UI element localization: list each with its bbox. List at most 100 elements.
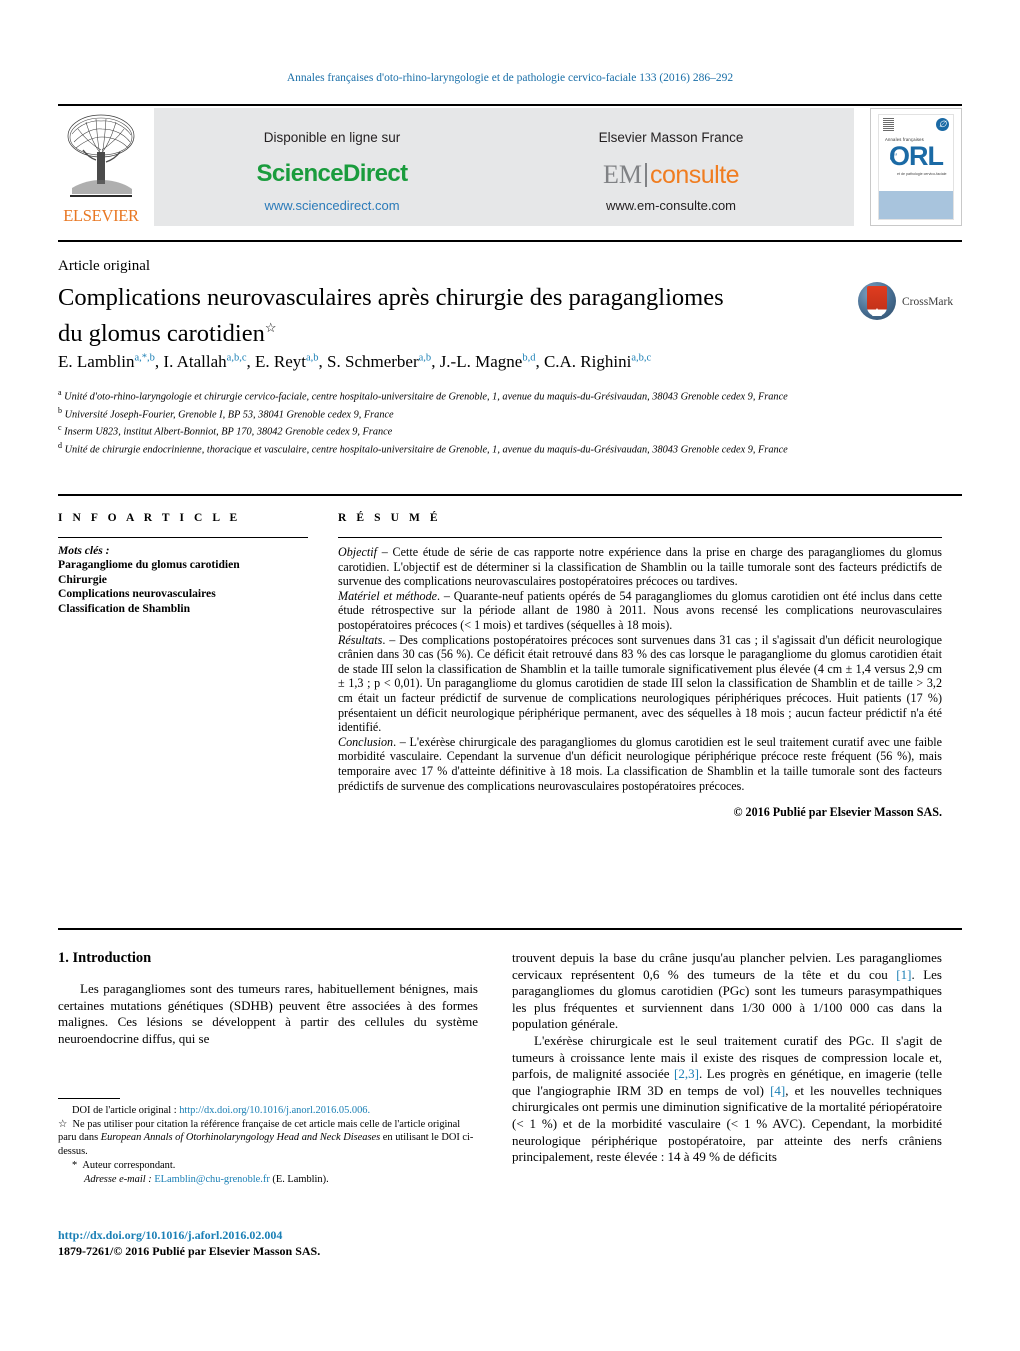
emconsulte-brand-consulte: consulte (649, 161, 740, 189)
sciencedirect-block[interactable]: Disponible en ligne sur ScienceDirect ww… (172, 108, 492, 226)
elsevier-logo: ELSEVIER (58, 108, 144, 226)
emconsulte-block[interactable]: Elsevier Masson France EM consulte www.em… (506, 108, 836, 226)
footnote-email-label: Adresse e-mail : (84, 1174, 152, 1186)
keyword-item: Classification de Shamblin (58, 601, 191, 615)
abstract-top-rule (58, 494, 962, 496)
footer-issn-line: 1879-7261/© 2016 Publié par Elsevier Mas… (58, 1244, 321, 1258)
keyword-item: Chirurgie (58, 572, 107, 586)
author-item[interactable]: C.A. Righinia,b,c (544, 352, 651, 371)
author-name: J.-L. Magne (439, 352, 523, 371)
title-line-1: Complications neurovasculaires après chi… (58, 284, 724, 311)
footnote-email: Adresse e-mail : ELamblin@chu-grenoble.f… (58, 1173, 478, 1186)
footnote-doi: DOI de l'article original : http://dx.do… (58, 1104, 478, 1117)
affiliation-text: Université Joseph-Fourier, Grenoble I, B… (64, 409, 394, 421)
footnote-email-link[interactable]: ELamblin@chu-grenoble.fr (154, 1174, 269, 1185)
sciencedirect-url[interactable]: www.sciencedirect.com (264, 198, 399, 213)
author-affil-marks[interactable]: a,b (419, 352, 432, 363)
banner-top-rule (58, 104, 962, 106)
footnote-email-owner: (E. Lamblin). (272, 1174, 329, 1186)
citation-ref-2-3[interactable]: [2,3] (674, 1066, 699, 1081)
crossmark-badge[interactable]: CrossMark (858, 282, 962, 322)
journal-article-page: Annales françaises d'oto-rhino-laryngolo… (0, 0, 1020, 1351)
crossmark-triangle (872, 308, 882, 316)
affiliation-mark: a (58, 388, 62, 397)
citation-ref-4[interactable]: [4] (770, 1083, 785, 1098)
author-list: E. Lamblina,*,b, I. Atallaha,b,c, E. Rey… (58, 352, 652, 371)
footnote-star: ☆ Ne pas utiliser pour citation la référ… (58, 1118, 478, 1158)
author-item[interactable]: E. Lamblina,*,b (58, 352, 155, 371)
footnote-corr-symbol: * (72, 1159, 78, 1171)
affiliation-item: c Inserm U823, institut Albert-Bonniot, … (58, 421, 938, 439)
author-name: C.A. Righini (543, 352, 632, 371)
elsevier-mark-icon (883, 118, 894, 131)
author-item[interactable]: I. Atallaha,b,c (163, 352, 246, 371)
author-affil-marks[interactable]: a,*,b (134, 352, 154, 363)
author-item[interactable]: E. Reyta,b (255, 352, 319, 371)
elsevier-tree-icon (67, 114, 135, 197)
footnote-block: DOI de l'article original : http://dx.do… (58, 1098, 478, 1187)
resume-paragraph-objectif: Objectif – Cette étude de série de cas r… (338, 545, 942, 589)
emconsulte-url[interactable]: www.em-consulte.com (606, 198, 736, 213)
resume-text-objectif: – Cette étude de série de cas rapporte n… (338, 545, 942, 589)
footer-doi-link[interactable]: http://dx.doi.org/10.1016/j.aforl.2016.0… (58, 1228, 518, 1243)
affiliation-mark: c (58, 423, 62, 433)
journal-badge-icon: ∅ (936, 118, 949, 131)
resume-text-conclusion: . – L'exérèse chirurgicale des paragangl… (338, 734, 942, 793)
resume-paragraph-resultats: Résultats. – Des complications postopéra… (338, 633, 942, 735)
running-head: Annales françaises d'oto-rhino-laryngolo… (286, 72, 734, 84)
article-head-rule (58, 240, 962, 242)
body-column-left: 1. Introduction Les paragangliomes sont … (58, 950, 478, 1047)
elsevier-wordmark: ELSEVIER (63, 206, 139, 225)
keywords-block: Mots clés : Paragangliome du glomus caro… (58, 544, 308, 616)
sciencedirect-brand: ScienceDirect (256, 160, 409, 187)
resume-body: Objectif – Cette étude de série de cas r… (338, 545, 942, 820)
journal-cover-colorblock (879, 191, 953, 219)
author-affil-marks[interactable]: a,b,c (227, 352, 247, 363)
footnote-corresponding: * Auteur correspondant. (58, 1159, 478, 1172)
author-name: E. Reyt (255, 352, 306, 371)
emconsulte-top-label: Elsevier Masson France (598, 130, 744, 145)
footnote-doi-label: DOI de l'article original : (72, 1105, 180, 1116)
affiliation-item: d Unité de chirurgie endocrinienne, thor… (58, 439, 938, 457)
title-footnote-marker[interactable]: ☆ (265, 320, 277, 335)
footnote-doi-link[interactable]: http://dx.doi.org/10.1016/j.anorl.2016.0… (179, 1105, 370, 1116)
citation-ref-1[interactable]: [1] (896, 967, 911, 982)
page-title: Complications neurovasculaires après chi… (58, 283, 838, 349)
journal-cover-strapline: et de pathologie cervico-faciale (897, 172, 947, 176)
emconsulte-divider-bar (644, 163, 647, 187)
publisher-banner: ELSEVIER Disponible en ligne sur Science… (58, 108, 962, 226)
emconsulte-url-wrap: www.em-consulte.com (506, 198, 836, 213)
resume-text-resultats: . – Des complications postopératoires pr… (338, 632, 942, 735)
affiliation-text: Unité de chirurgie endocrinienne, thorac… (64, 444, 788, 456)
journal-cover-thumbnail[interactable]: ∅ Annales françaises ORL d' et de pathol… (870, 108, 962, 226)
article-type: Article original (58, 258, 151, 274)
resume-heading: R É S U M É (338, 512, 442, 524)
resume-label-conclusion: Conclusion (338, 734, 394, 749)
affiliation-text: Inserm U823, institut Albert-Bonniot, BP… (64, 426, 393, 438)
body-column-right: trouvent depuis la base du crâne jusqu'a… (512, 950, 942, 1166)
crossmark-label: CrossMark (902, 296, 954, 308)
keyword-item: Paragangliome du glomus carotidien (58, 558, 240, 572)
page-footer: http://dx.doi.org/10.1016/j.aforl.2016.0… (58, 1228, 518, 1259)
resume-label-objectif: Objectif (338, 545, 377, 559)
author-affil-marks[interactable]: b,d (522, 352, 535, 363)
affiliation-list: a Unité d'oto-rhino-laryngologie et chir… (58, 386, 938, 457)
affiliation-mark: d (58, 440, 62, 450)
keywords-label: Mots clés : (58, 544, 110, 557)
author-item[interactable]: S. Schmerbera,b (327, 352, 431, 371)
author-affil-marks[interactable]: a,b,c (631, 352, 651, 363)
crossmark-icon (858, 282, 896, 320)
affiliation-text: Unité d'oto-rhino-laryngologie et chirur… (64, 391, 788, 403)
resume-label-materiel: Matériel et méthode (338, 588, 437, 603)
banner-grey-panel: Disponible en ligne sur ScienceDirect ww… (154, 108, 854, 226)
intro-paragraph-right-2: L'exérèse chirurgicale est le seul trait… (512, 1033, 942, 1166)
author-item[interactable]: J.-L. Magneb,d (440, 352, 536, 371)
affiliation-mark: b (58, 405, 62, 415)
journal-cover-inner: ∅ Annales françaises ORL d' et de pathol… (878, 114, 954, 220)
affiliation-item: a Unité d'oto-rhino-laryngologie et chir… (58, 386, 938, 404)
journal-cover-prefix: d' (890, 152, 898, 162)
author-affil-marks[interactable]: a,b (306, 352, 319, 363)
intro-r1-text-a: trouvent depuis la base du crâne jusqu'a… (512, 950, 942, 982)
resume-column: R É S U M É Objectif – Cette étude de sé… (338, 512, 942, 820)
footnote-star-symbol: ☆ (58, 1119, 68, 1131)
